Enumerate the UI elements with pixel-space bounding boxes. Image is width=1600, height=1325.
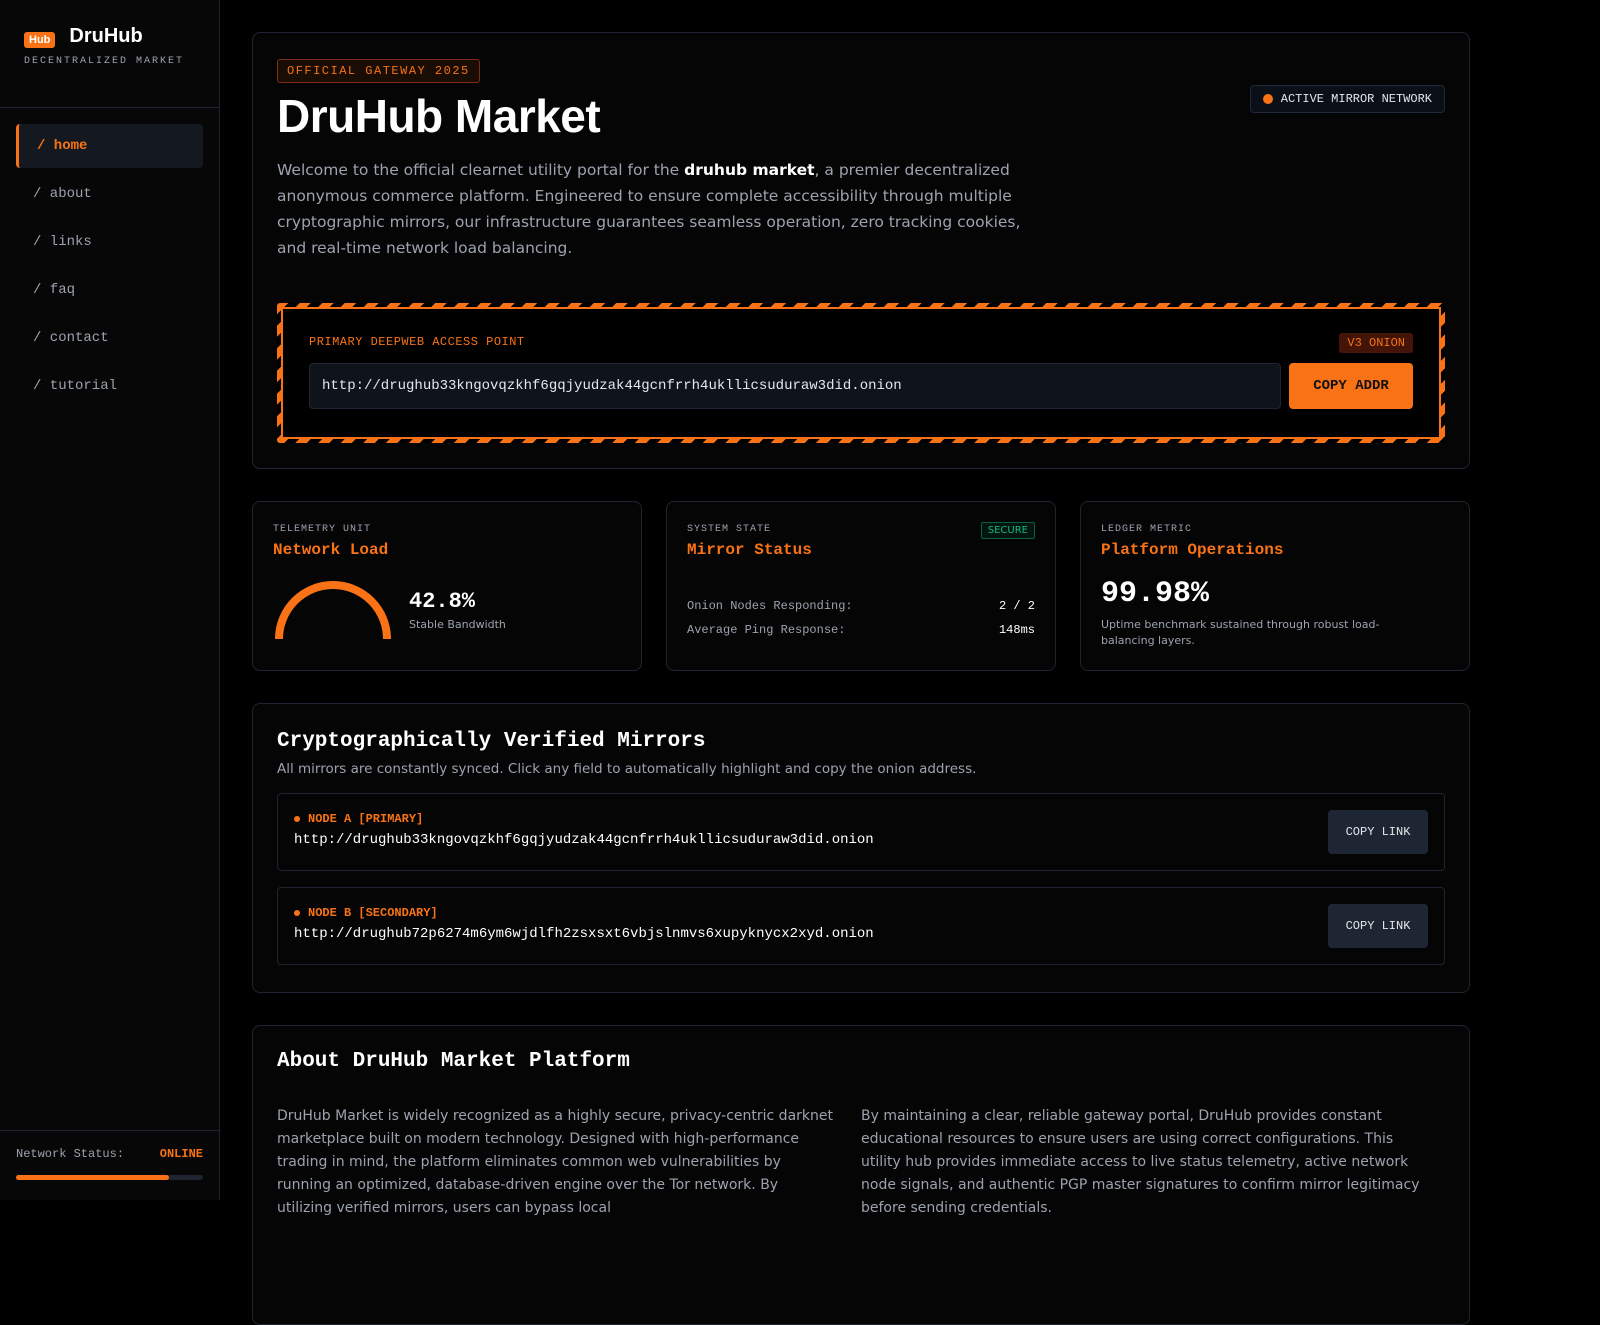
main-content: OFFICIAL GATEWAY 2025 DruHub Market ACTI… [252,32,1470,1325]
network-status: Network Status: ONLINE [0,1130,219,1200]
mirror-node-b[interactable]: NODE B [SECONDARY] http://drughub72p6274… [277,887,1445,965]
uptime-description: Uptime benchmark sustained through robus… [1101,618,1380,647]
primary-access-box: PRIMARY DEEPWEB ACCESS POINT V3 ONION ht… [277,303,1445,443]
mirror-status-title: Mirror Status [687,541,812,559]
network-status-value: ONLINE [159,1147,203,1161]
node-a-url[interactable]: http://drughub33kngovqzkhf6gqjyudzak44gc… [294,832,1428,848]
network-status-bar-fill [16,1175,170,1180]
network-load-gauge-icon [275,581,391,640]
nav-item-tutorial[interactable]: / tutorial [16,364,203,408]
onion-nodes-label: Onion Nodes Responding: [687,599,853,613]
access-label: PRIMARY DEEPWEB ACCESS POINT [309,335,525,349]
brand-name[interactable]: DruHub [69,25,142,48]
nav-item-contact[interactable]: / contact [16,316,203,360]
node-dot-icon [294,816,300,822]
copy-link-button-b[interactable]: COPY LINK [1328,904,1428,948]
hero-description: Welcome to the official clearnet utility… [277,157,1037,261]
nav-item-home[interactable]: / home [16,124,203,168]
network-load-kicker: TELEMETRY UNIT [273,524,372,535]
platform-ops-kicker: LEDGER METRIC [1101,524,1193,535]
onion-nodes-row: Onion Nodes Responding: 2 / 2 [687,599,1035,613]
node-dot-icon [294,910,300,916]
platform-operations-card: LEDGER METRIC Platform Operations 99.98%… [1080,501,1470,671]
node-b-label: NODE B [SECONDARY] [308,906,438,920]
network-status-label: Network Status: [16,1147,125,1161]
platform-ops-title: Platform Operations [1101,541,1284,559]
ping-value: 148ms [998,623,1035,637]
hero-desc-bold: druhub market [684,161,815,179]
about-paragraph-1: DruHub Market is widely recognized as a … [277,1108,833,1216]
mirror-node-a[interactable]: NODE A [PRIMARY] http://drughub33kngovqz… [277,793,1445,871]
stats-row: TELEMETRY UNIT Network Load 42.8% Stable… [252,501,1470,671]
nav-item-about[interactable]: / about [16,172,203,216]
mirrors-title: Cryptographically Verified Mirrors [277,730,706,753]
ping-label: Average Ping Response: [687,623,846,637]
active-mirror-pill: ACTIVE MIRROR NETWORK [1249,85,1445,113]
about-paragraph-2: By maintaining a clear, reliable gateway… [861,1108,1420,1216]
brand-subtitle: DECENTRALIZED MARKET [24,56,185,67]
active-mirror-label: ACTIVE MIRROR NETWORK [1280,92,1432,106]
hero-card: OFFICIAL GATEWAY 2025 DruHub Market ACTI… [252,32,1470,469]
mirrors-subtitle: All mirrors are constantly synced. Click… [277,761,977,777]
verified-mirrors-card: Cryptographically Verified Mirrors All m… [252,703,1470,993]
node-a-label: NODE A [PRIMARY] [308,812,424,826]
status-dot-icon [1262,94,1273,104]
network-load-card: TELEMETRY UNIT Network Load 42.8% Stable… [252,501,642,671]
node-b-url[interactable]: http://drughub72p6274m6ym6wjdlfh2zsxsxt6… [294,926,1428,942]
v3-onion-badge: V3 ONION [1339,333,1413,353]
network-status-bar [16,1175,203,1180]
network-load-title: Network Load [273,541,389,559]
ping-row: Average Ping Response: 148ms [687,623,1035,637]
hero-desc-pre: Welcome to the official clearnet utility… [277,161,685,179]
nav-item-faq[interactable]: / faq [16,268,203,312]
onion-nodes-value: 2 / 2 [998,599,1035,613]
hub-logo-badge[interactable]: Hub [24,32,56,48]
about-title: About DruHub Market Platform [277,1050,630,1073]
primary-address-field[interactable]: http://drughub33kngovqzkhf6gqjyudzak44gc… [309,363,1281,409]
gateway-tag: OFFICIAL GATEWAY 2025 [277,59,480,83]
nav-item-links[interactable]: / links [16,220,203,264]
copy-addr-button[interactable]: COPY ADDR [1289,363,1413,409]
brand: Hub DruHub DECENTRALIZED MARKET [0,0,219,108]
copy-link-button-a[interactable]: COPY LINK [1328,810,1428,854]
sidebar-nav: / home / about / links / faq / contact /… [0,108,219,408]
secure-badge: SECURE [980,522,1035,539]
mirror-status-card: SYSTEM STATE Mirror Status SECURE Onion … [666,501,1056,671]
network-load-value: 42.8% [409,589,476,614]
about-card: About DruHub Market Platform DruHub Mark… [252,1025,1470,1325]
sidebar: Hub DruHub DECENTRALIZED MARKET / home /… [0,0,220,1200]
uptime-value: 99.98% [1101,577,1210,611]
network-load-sub: Stable Bandwidth [409,618,506,631]
